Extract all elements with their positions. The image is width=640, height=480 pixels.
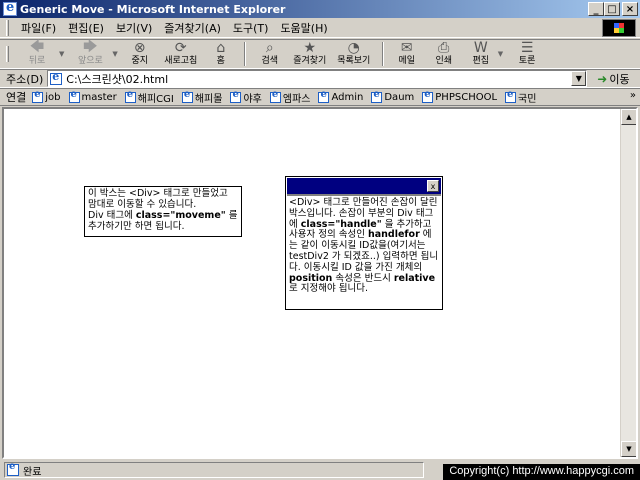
link-daum[interactable]: Daum	[371, 89, 414, 103]
handle-box-body: <Div> 태그로 만들어진 손잡이 달린 박스입니다. 손잡이 부분의 Div…	[289, 197, 439, 295]
link-phpschool[interactable]: PHPSCHOOL	[422, 89, 497, 103]
toolbar-separator	[381, 42, 384, 66]
home-icon: ⌂	[216, 40, 226, 56]
link-master[interactable]: master	[68, 89, 117, 103]
link-admin[interactable]: Admin	[318, 89, 363, 103]
standard-toolbar: 🡄 뒤로 ▼ 🡆 앞으로 ▼ ⊗ 중지 ⟳ 새로고침 ⌂ 홈 ⌕ 검색 ★ 즐겨…	[0, 39, 640, 69]
edit-button[interactable]: W 편집	[464, 40, 498, 68]
windows-logo-icon	[602, 19, 636, 37]
menu-bar: 파일(F) 편집(E) 보기(V) 즐겨찾기(A) 도구(T) 도움말(H)	[0, 18, 640, 38]
forward-dropdown-icon[interactable]: ▼	[112, 50, 117, 58]
history-icon: ◔	[347, 40, 360, 56]
menu-favorites[interactable]: 즐겨찾기(A)	[158, 18, 227, 38]
link-happymall[interactable]: 해피몰	[181, 89, 222, 105]
printer-icon: ⎙	[438, 40, 450, 56]
handle-close-icon[interactable]: x	[427, 180, 439, 192]
links-more-icon[interactable]: »	[630, 90, 636, 101]
page-icon	[7, 461, 19, 476]
link-yahoo[interactable]: 야후	[230, 89, 262, 105]
ie-logo-icon	[3, 0, 17, 16]
menu-file[interactable]: 파일(F)	[15, 18, 62, 38]
favorites-folder-icon: ★	[303, 40, 317, 56]
status-pane: 완료	[4, 461, 424, 478]
toolbar-separator	[243, 42, 246, 66]
window-controls: _ □ ×	[588, 2, 638, 16]
address-dropdown-icon[interactable]: ▼	[571, 71, 587, 86]
close-button[interactable]: ×	[622, 2, 638, 16]
links-bar: 연결 job master 해피CGI 해피몰 야후 엠파스 Admin Dau…	[0, 88, 640, 106]
forward-button[interactable]: 🡆 앞으로	[68, 39, 112, 68]
discuss-icon: ☰	[520, 40, 534, 56]
move-box-line: 맘대로 이동할 수 있습니다.	[88, 199, 197, 210]
handle-box: 핸들 박스 x <Div> 태그로 만들어진 손잡이 달린 박스입니다. 손잡이…	[285, 176, 443, 310]
toolbar-grip[interactable]	[6, 46, 9, 62]
maximize-button[interactable]: □	[604, 2, 620, 16]
mail-button[interactable]: ✉ 메일	[390, 40, 424, 68]
page-icon	[505, 89, 517, 103]
favorites-button[interactable]: ★ 즐겨찾기	[288, 40, 332, 68]
search-button[interactable]: ⌕ 검색	[252, 40, 288, 68]
page-icon	[68, 89, 80, 103]
page-icon	[371, 89, 383, 103]
discuss-button[interactable]: ☰ 토론	[507, 40, 547, 68]
edit-dropdown-icon[interactable]: ▼	[498, 50, 503, 58]
refresh-icon: ⟳	[174, 40, 187, 56]
go-arrow-icon: ➜	[597, 71, 608, 86]
copyright-banner: Copyright(c) http://www.happycgi.com	[443, 464, 640, 480]
scroll-down-icon[interactable]: ▼	[621, 441, 636, 457]
menu-edit[interactable]: 편집(E)	[62, 18, 110, 38]
link-kookmin[interactable]: 국민	[505, 89, 536, 105]
movable-box[interactable]: 이 박스는 <Div> 태그로 만들었고 맘대로 이동할 수 있습니다. Div…	[84, 186, 242, 237]
page-icon	[181, 89, 193, 103]
address-value: C:\스크린샷\02.html	[66, 72, 169, 86]
stop-icon: ⊗	[133, 40, 146, 56]
page-icon	[318, 89, 330, 103]
link-job[interactable]: job	[32, 89, 61, 103]
status-text: 완료	[23, 466, 42, 478]
forward-arrow-icon: 🡆	[83, 39, 98, 55]
handle-title: 핸들 박스	[346, 182, 382, 193]
refresh-button[interactable]: ⟳ 새로고침	[158, 40, 204, 68]
scroll-up-icon[interactable]: ▲	[621, 109, 636, 125]
link-happycgi[interactable]: 해피CGI	[124, 89, 174, 105]
page-viewport: 이 박스는 <Div> 태그로 만들었고 맘대로 이동할 수 있습니다. Div…	[2, 107, 638, 459]
page-icon	[32, 89, 44, 103]
link-empas[interactable]: 엠파스	[269, 89, 310, 105]
home-button[interactable]: ⌂ 홈	[204, 40, 238, 68]
title-bar: Generic Move - Microsoft Internet Explor…	[0, 0, 640, 18]
page-icon	[269, 89, 281, 103]
menu-view[interactable]: 보기(V)	[110, 18, 158, 38]
vertical-scrollbar[interactable]: ▲ ▼	[620, 109, 636, 457]
go-button[interactable]: ➜ 이동	[597, 71, 629, 87]
address-label: 주소(D)	[6, 72, 44, 86]
back-button[interactable]: 🡄 뒤로	[15, 39, 59, 68]
back-dropdown-icon[interactable]: ▼	[59, 50, 64, 58]
search-icon: ⌕	[265, 40, 274, 56]
back-arrow-icon: 🡄	[29, 39, 45, 55]
address-input[interactable]: C:\스크린샷\02.html ▼	[47, 70, 588, 87]
page-icon	[422, 89, 434, 103]
page-icon	[50, 70, 63, 85]
page-icon	[230, 89, 242, 103]
stop-button[interactable]: ⊗ 중지	[122, 40, 158, 68]
move-box-line: 이 박스는 <Div> 태그로 만들었고	[88, 188, 228, 199]
mail-icon: ✉	[400, 40, 413, 56]
menu-grip[interactable]	[6, 19, 9, 36]
move-box-line: 추가하기만 하면 됩니다.	[88, 221, 185, 232]
menu-help[interactable]: 도움말(H)	[274, 18, 333, 38]
address-bar: 주소(D) C:\스크린샷\02.html ▼ ➜ 이동	[0, 69, 640, 88]
handle-bar[interactable]: 핸들 박스 x	[287, 178, 441, 196]
links-label: 연결	[6, 91, 27, 104]
word-edit-icon: W	[473, 40, 488, 56]
page-icon	[124, 89, 136, 103]
window-title: Generic Move - Microsoft Internet Explor…	[20, 2, 286, 16]
print-button[interactable]: ⎙ 인쇄	[424, 40, 464, 68]
history-button[interactable]: ◔ 목록보기	[332, 40, 376, 68]
status-bar: 완료 Copyright(c) http://www.happycgi.com	[0, 460, 640, 480]
move-box-line: Div 태그에 class="moveme" 를	[88, 210, 238, 221]
menu-tools[interactable]: 도구(T)	[227, 18, 275, 38]
minimize-button[interactable]: _	[588, 2, 604, 16]
